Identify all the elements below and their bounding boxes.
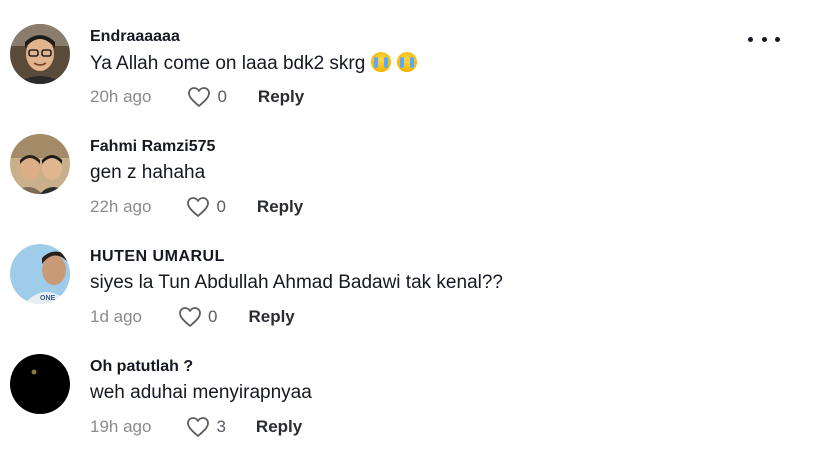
avatar[interactable]: ONE — [10, 244, 70, 304]
avatar-photo — [10, 134, 70, 194]
like-count: 0 — [217, 87, 227, 106]
heart-icon — [187, 197, 210, 217]
reply-button[interactable]: Reply — [258, 87, 304, 107]
like-button[interactable]: 0 — [178, 306, 217, 328]
comment-text: gen z hahaha — [90, 162, 206, 183]
comment-meta: 22h ago 0 Reply — [90, 195, 303, 219]
comment-text-content: Ya Allah come on laaa bdk2 skrg — [90, 53, 366, 74]
like-button[interactable]: 0 — [186, 196, 226, 218]
comment-meta: 1d ago 0 Reply — [90, 305, 295, 329]
comment-username[interactable]: Endraaaaaa — [90, 28, 180, 46]
comment-username[interactable]: Fahmi Ramzi575 — [90, 138, 215, 156]
comment-item: Fahmi Ramzi575 gen z hahaha 22h ago 0 Re… — [0, 134, 832, 244]
like-count: 3 — [216, 417, 226, 436]
avatar-photo — [10, 24, 70, 84]
crying-face-emoji — [397, 52, 418, 72]
comment-item: Oh patutlah ? weh aduhai menyirapnyaa 19… — [0, 354, 832, 457]
comment-text: weh aduhai menyirapnyaa — [90, 382, 312, 403]
like-button[interactable]: 3 — [186, 416, 226, 438]
comment-meta: 20h ago 0 Reply — [90, 85, 304, 109]
heart-icon — [179, 307, 201, 327]
avatar[interactable] — [10, 134, 70, 194]
heart-icon — [188, 87, 211, 107]
comment-meta: 19h ago 3 Reply — [90, 415, 302, 439]
avatar[interactable] — [10, 24, 70, 84]
like-button[interactable]: 0 — [187, 86, 227, 108]
comment-username[interactable]: HUTEN UMARUL — [90, 248, 225, 266]
comment-timestamp: 22h ago — [90, 197, 152, 216]
comment-timestamp: 20h ago — [90, 87, 152, 106]
reply-button[interactable]: Reply — [256, 417, 302, 437]
reply-button[interactable]: Reply — [248, 307, 294, 327]
comment-list: Endraaaaaa Ya Allah come on laaa bdk2 sk… — [0, 0, 832, 457]
comment-timestamp: 19h ago — [90, 417, 152, 436]
comment-username[interactable]: Oh patutlah ? — [90, 358, 193, 376]
avatar[interactable] — [10, 354, 70, 414]
avatar-photo — [10, 354, 70, 414]
svg-text:ONE: ONE — [40, 295, 56, 302]
crying-face-emoji — [371, 52, 392, 72]
like-count: 0 — [208, 307, 218, 326]
avatar-photo: ONE — [10, 244, 70, 304]
comment-item: ONE HUTEN UMARUL siyes la Tun Abdullah A… — [0, 244, 832, 354]
comment-text: siyes la Tun Abdullah Ahmad Badawi tak k… — [90, 272, 503, 293]
heart-icon — [187, 417, 210, 437]
comment-text: Ya Allah come on laaa bdk2 skrg — [90, 52, 418, 75]
comment-timestamp: 1d ago — [90, 307, 142, 326]
like-count: 0 — [216, 197, 226, 216]
comment-item: Endraaaaaa Ya Allah come on laaa bdk2 sk… — [0, 24, 832, 134]
reply-button[interactable]: Reply — [257, 197, 303, 217]
